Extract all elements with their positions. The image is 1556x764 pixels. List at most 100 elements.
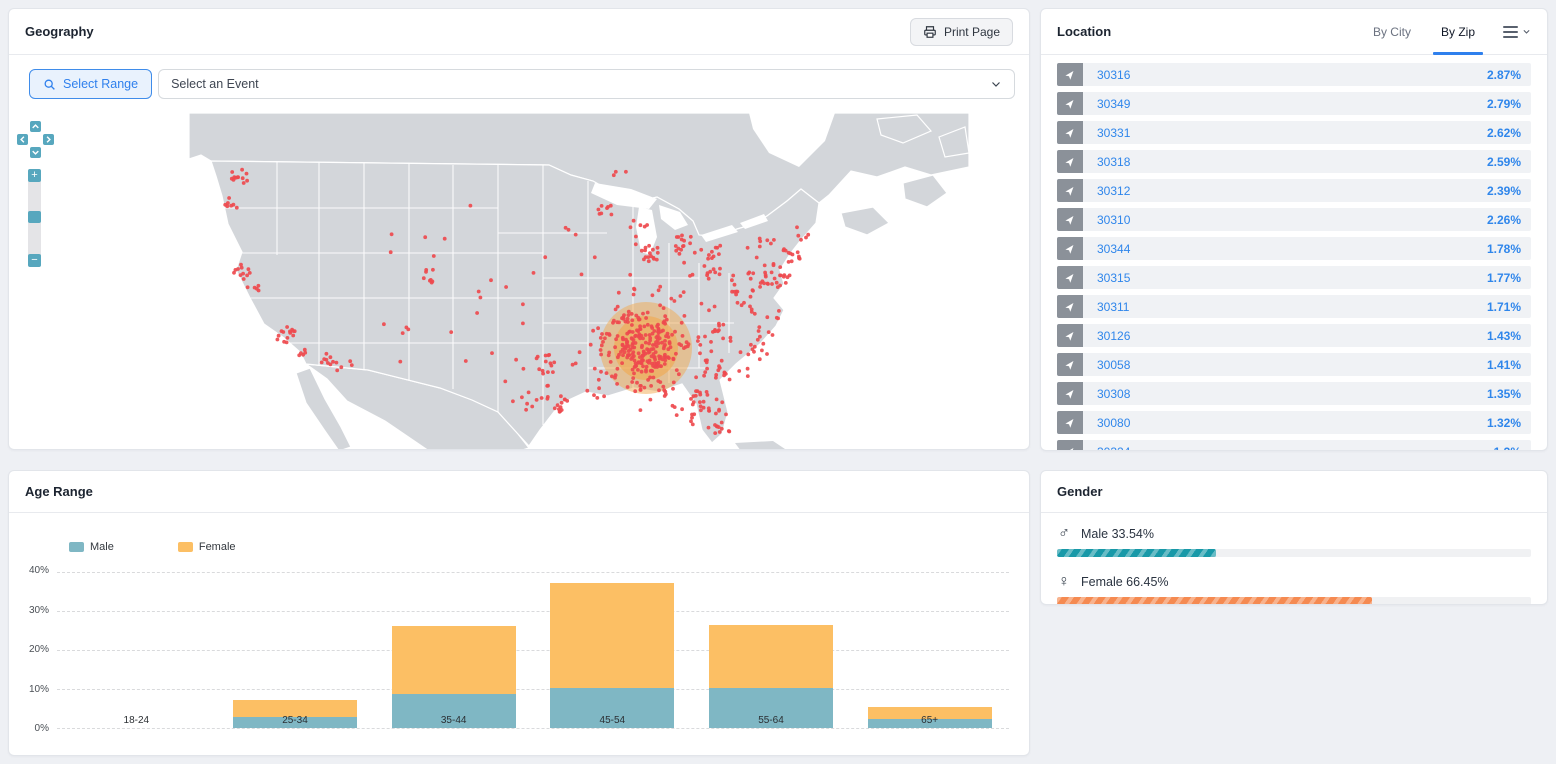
pan-up-button[interactable] <box>30 121 41 132</box>
zip-link[interactable]: 30126 <box>1097 329 1130 343</box>
geography-panel: Geography Print Page Select Range Select… <box>8 8 1030 450</box>
x-axis-label: 45-54 <box>533 715 692 726</box>
select-range-button[interactable]: Select Range <box>29 69 152 99</box>
navigation-arrow-icon <box>1057 179 1083 202</box>
zoom-slider-handle[interactable] <box>28 211 41 223</box>
y-tick-label: 30% <box>9 605 49 616</box>
chevron-down-icon <box>1522 27 1531 36</box>
tab-by-zip[interactable]: By Zip <box>1439 9 1477 54</box>
navigation-arrow-icon <box>1057 150 1083 173</box>
zip-percentage: 1.71% <box>1487 300 1531 314</box>
geography-header: Geography Print Page <box>9 9 1029 55</box>
pan-left-button[interactable] <box>17 134 28 145</box>
location-row[interactable]: 30080 1.32% <box>1057 411 1531 434</box>
location-header: Location By City By Zip <box>1041 9 1547 55</box>
print-page-button[interactable]: Print Page <box>910 18 1013 46</box>
male-icon: ♂ <box>1057 525 1071 543</box>
zip-link[interactable]: 30310 <box>1097 213 1130 227</box>
zip-percentage: 2.39% <box>1487 184 1531 198</box>
location-panel: Location By City By Zip 303162.87%303492… <box>1040 8 1548 451</box>
map-pan-control <box>17 121 54 158</box>
zip-link[interactable]: 30058 <box>1097 358 1130 372</box>
location-row[interactable]: 303081.35% <box>1057 382 1531 405</box>
pan-down-button[interactable] <box>30 147 41 158</box>
location-row[interactable]: 300581.41% <box>1057 353 1531 376</box>
x-axis-label: 25-34 <box>216 715 375 726</box>
gender-header: Gender <box>1041 471 1547 513</box>
zip-link[interactable]: 30312 <box>1097 184 1130 198</box>
zoom-out-button[interactable]: − <box>28 254 41 267</box>
location-row[interactable]: 303162.87% <box>1057 63 1531 86</box>
age-category-slot: 35-44 <box>374 573 533 729</box>
age-chart-legend: Male Female <box>69 541 236 553</box>
age-range-panel: Age Range Male Female 18-2425-3435-4445-… <box>8 470 1030 756</box>
gender-row: ♂Male 33.54% <box>1057 524 1531 557</box>
zip-link[interactable]: 30316 <box>1097 68 1130 82</box>
age-range-title: Age Range <box>25 484 93 499</box>
zip-link[interactable]: 30324 <box>1097 445 1130 452</box>
zip-link[interactable]: 30311 <box>1097 300 1129 314</box>
age-chart-plot: 18-2425-3435-4445-5455-6465+ <box>57 573 1009 729</box>
x-axis-label: 55-64 <box>692 715 851 726</box>
male-swatch <box>69 542 84 552</box>
age-range-header: Age Range <box>9 471 1029 513</box>
zip-link[interactable]: 30344 <box>1097 242 1130 256</box>
zoom-in-button[interactable]: + <box>28 169 41 182</box>
female-icon: ♀ <box>1057 573 1071 591</box>
location-row[interactable]: 30311 1.71% <box>1057 295 1531 318</box>
zip-percentage: 2.26% <box>1487 213 1531 227</box>
location-title: Location <box>1057 24 1111 39</box>
geography-title: Geography <box>25 24 94 39</box>
x-axis-label: 18-24 <box>57 715 216 726</box>
navigation-arrow-icon <box>1057 237 1083 260</box>
age-category-slot: 55-64 <box>692 573 851 729</box>
location-tabs: By City By Zip <box>1371 9 1531 54</box>
zip-link[interactable]: 30349 <box>1097 97 1130 111</box>
zip-link[interactable]: 30331 <box>1097 126 1130 140</box>
zip-percentage: 1.32% <box>1487 416 1531 430</box>
navigation-arrow-icon <box>1057 324 1083 347</box>
zip-link[interactable]: 30318 <box>1097 155 1130 169</box>
progress-track <box>1057 597 1531 605</box>
x-axis-label: 65+ <box>850 715 1009 726</box>
location-list: 303162.87% 303492.79% 303312.62% 303182.59%… <box>1041 55 1547 451</box>
female-segment <box>550 583 674 687</box>
zip-link[interactable]: 30308 <box>1097 387 1130 401</box>
stacked-bar <box>550 583 674 728</box>
location-row[interactable]: 301261.43% <box>1057 324 1531 347</box>
age-category-slot: 18-24 <box>57 573 216 729</box>
navigation-arrow-icon <box>1057 121 1083 144</box>
navigation-arrow-icon <box>1057 382 1083 405</box>
stacked-bar <box>392 626 516 728</box>
location-row[interactable]: 303182.59% <box>1057 150 1531 173</box>
location-row[interactable]: 303492.79% <box>1057 92 1531 115</box>
y-tick-label: 10% <box>9 684 49 695</box>
navigation-arrow-icon <box>1057 266 1083 289</box>
female-segment <box>709 625 833 688</box>
map-area: + − <box>9 105 1029 449</box>
location-row[interactable]: 30310 2.26% <box>1057 208 1531 231</box>
us-map[interactable] <box>189 113 969 449</box>
location-row[interactable]: 30315 1.77% <box>1057 266 1531 289</box>
map-zoom-slider[interactable]: + − <box>28 169 41 267</box>
event-select-value: Select an Event <box>171 77 259 91</box>
pan-right-button[interactable] <box>43 134 54 145</box>
search-icon <box>43 78 56 91</box>
zip-percentage: 1.77% <box>1487 271 1531 285</box>
location-row[interactable]: 30344 1.78% <box>1057 237 1531 260</box>
y-tick-label: 20% <box>9 644 49 655</box>
zip-percentage: 1.78% <box>1487 242 1531 256</box>
hamburger-icon <box>1503 26 1518 38</box>
event-select[interactable]: Select an Event <box>158 69 1015 99</box>
age-category-slot: 25-34 <box>216 573 375 729</box>
location-row[interactable]: 30312 2.39% <box>1057 179 1531 202</box>
location-row[interactable]: 303241.3% <box>1057 440 1531 451</box>
navigation-arrow-icon <box>1057 440 1083 451</box>
location-row[interactable]: 303312.62% <box>1057 121 1531 144</box>
zip-link[interactable]: 30315 <box>1097 271 1130 285</box>
zip-link[interactable]: 30080 <box>1097 416 1130 430</box>
navigation-arrow-icon <box>1057 411 1083 434</box>
gender-label: Female 66.45% <box>1081 575 1169 589</box>
location-menu-button[interactable] <box>1503 26 1531 38</box>
tab-by-city[interactable]: By City <box>1371 9 1413 54</box>
